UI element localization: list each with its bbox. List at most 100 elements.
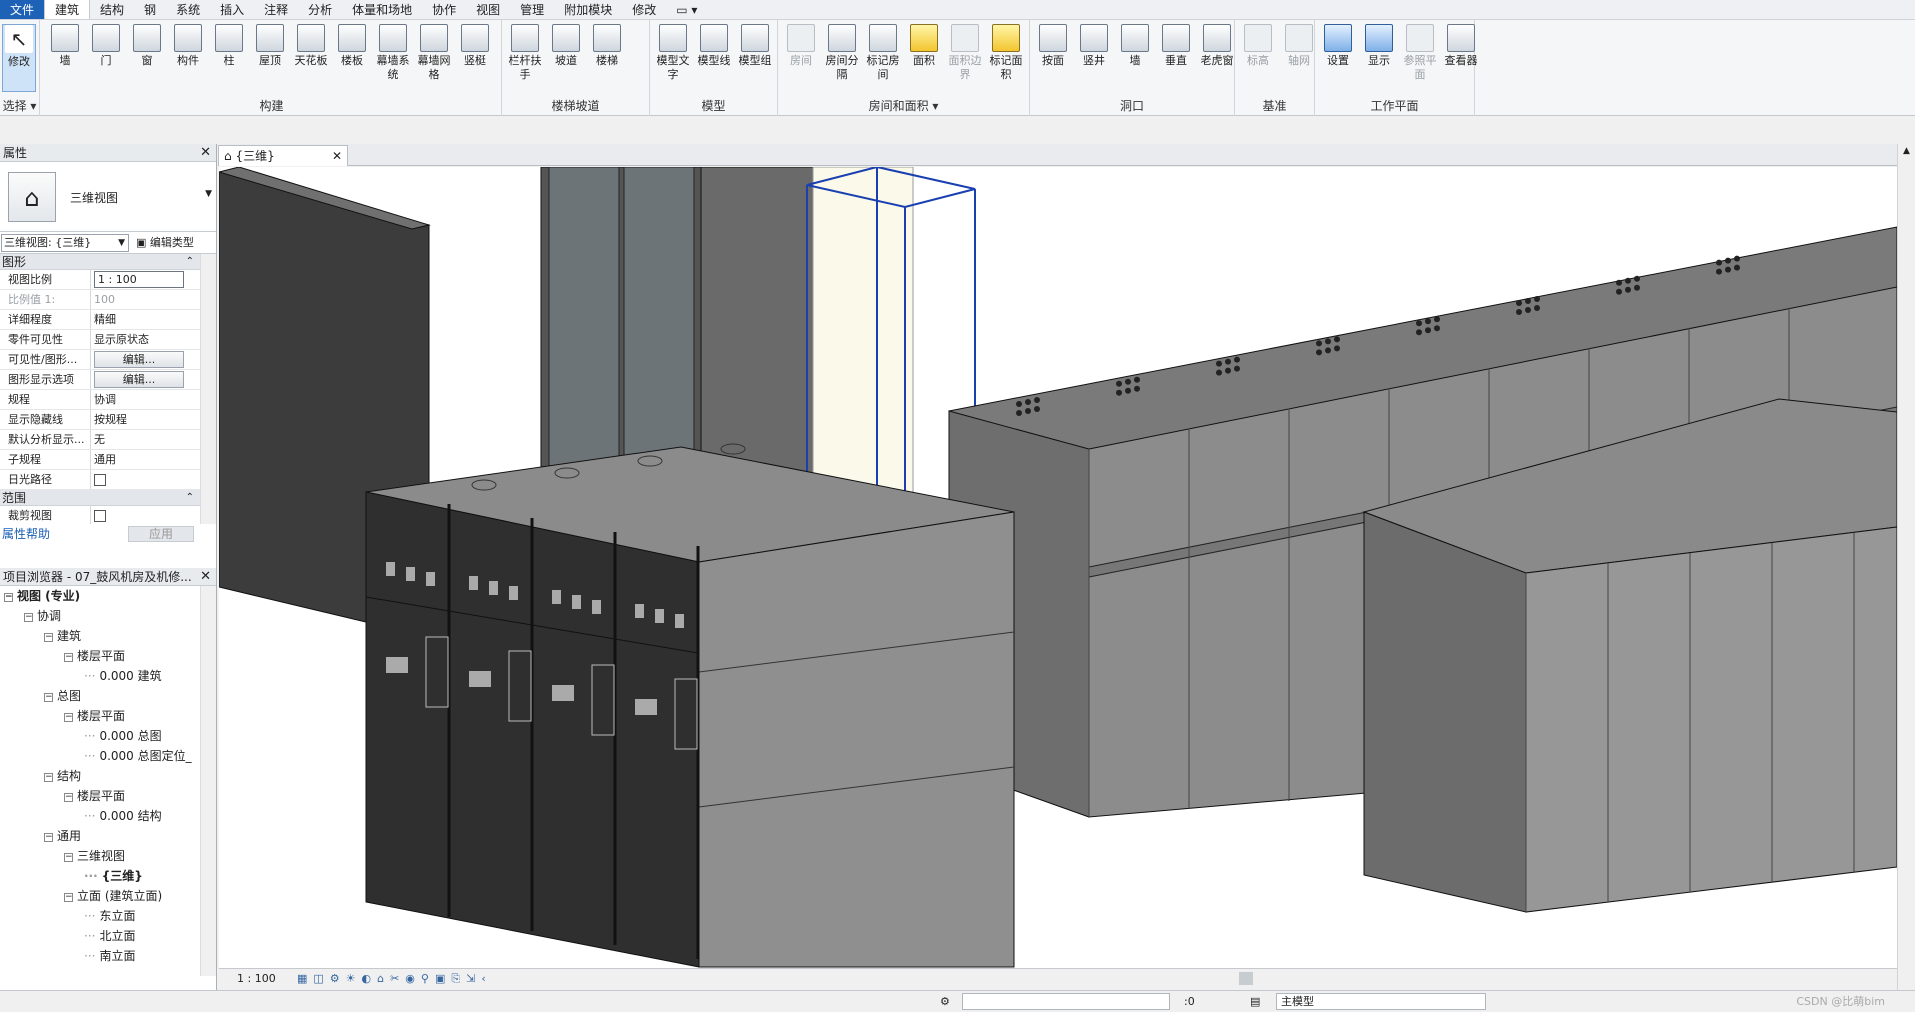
menu-item-4[interactable]: 系统 (166, 0, 210, 19)
collapse-toggle-icon[interactable]: − (64, 653, 73, 662)
close-icon[interactable]: ✕ (332, 146, 342, 166)
3d-viewport[interactable]: 左 前 (219, 167, 1897, 968)
tree-node[interactable]: − 楼层平面 (64, 648, 125, 664)
room-button-5[interactable]: 标记面积 (987, 24, 1025, 82)
room-button-3[interactable]: 面积 (905, 24, 943, 68)
apply-button[interactable]: 应用 (128, 526, 194, 542)
room-button-2[interactable]: 标记房间 (864, 24, 902, 82)
tree-node[interactable]: ··· 北立面 (84, 928, 135, 944)
tree-node[interactable]: ··· {三维} (84, 868, 143, 884)
tree-node[interactable]: ··· 0.000 总图定位_ (84, 748, 192, 764)
workset-combo[interactable] (962, 993, 1170, 1010)
close-icon[interactable]: ✕ (200, 568, 211, 586)
workplane-button-2[interactable]: 参照平面 (1401, 24, 1439, 82)
model-button-0[interactable]: 模型文字 (654, 24, 692, 82)
collapse-toggle-icon[interactable]: − (4, 593, 13, 602)
tree-node[interactable]: − 三维视图 (64, 848, 125, 864)
view-selector[interactable]: 三维视图: {三维} ▼ (1, 234, 129, 252)
room-button-4[interactable]: 面积边界 (946, 24, 984, 82)
checkbox[interactable] (94, 474, 106, 486)
workplane-button-3[interactable]: 查看器 (1442, 24, 1480, 68)
opening-button-4[interactable]: 老虎窗 (1198, 24, 1236, 68)
tree-node[interactable]: ··· 东立面 (84, 908, 135, 924)
build-button-9[interactable]: 幕墙网格 (415, 24, 453, 82)
stairs-button-2[interactable]: 楼梯 (588, 24, 626, 68)
opening-button-2[interactable]: 墙 (1116, 24, 1154, 68)
opening-button-3[interactable]: 垂直 (1157, 24, 1195, 68)
collapse-toggle-icon[interactable]: − (64, 893, 73, 902)
opening-button-1[interactable]: 竖井 (1075, 24, 1113, 68)
tree-node[interactable]: ··· 南立面 (84, 948, 135, 964)
stairs-button-0[interactable]: 栏杆扶手 (506, 24, 544, 82)
room-button-0[interactable]: 房间 (782, 24, 820, 68)
build-button-2[interactable]: 窗 (128, 24, 166, 68)
tree-node[interactable]: ··· 0.000 结构 (84, 808, 162, 824)
build-button-10[interactable]: 竖梃 (456, 24, 494, 68)
menu-item-7[interactable]: 分析 (298, 0, 342, 19)
tree-node[interactable]: − 总图 (44, 688, 81, 704)
menu-item-9[interactable]: 协作 (422, 0, 466, 19)
build-button-6[interactable]: 天花板 (292, 24, 330, 68)
menu-item-10[interactable]: 视图 (466, 0, 510, 19)
workplane-button-0[interactable]: 设置 (1319, 24, 1357, 68)
tree-node[interactable]: ··· 0.000 建筑 (84, 668, 162, 684)
edit-button[interactable]: 编辑... (94, 371, 184, 388)
model-button-2[interactable]: 模型组 (736, 24, 774, 68)
menu-item-11[interactable]: 管理 (510, 0, 554, 19)
build-button-3[interactable]: 构件 (169, 24, 207, 68)
view-scale-input[interactable]: 1 : 100 (94, 271, 184, 288)
model-button-1[interactable]: 模型线 (695, 24, 733, 68)
collapse-toggle-icon[interactable]: − (64, 713, 73, 722)
design-option-combo[interactable]: 主模型 (1276, 993, 1486, 1010)
edit-type-button[interactable]: ▣ 编辑类型 (136, 235, 194, 251)
tree-node[interactable]: − 楼层平面 (64, 708, 125, 724)
tree-node[interactable]: − 立面 (建筑立面) (64, 888, 162, 904)
section-graphics[interactable]: 图形 ⌃ (0, 254, 216, 270)
properties-scrollbar[interactable] (200, 254, 216, 524)
build-button-8[interactable]: 幕墙系统 (374, 24, 412, 82)
tree-node[interactable]: − 结构 (44, 768, 81, 784)
collapse-toggle-icon[interactable]: − (44, 633, 53, 642)
tree-node[interactable]: − 通用 (44, 828, 81, 844)
menu-item-12[interactable]: 附加模块 (554, 0, 622, 19)
properties-help-link[interactable]: 属性帮助 (2, 524, 50, 544)
type-selector[interactable]: ⌂ 三维视图 ▼ (0, 162, 216, 232)
viewport-scrollbar[interactable]: ▲ (1897, 144, 1915, 990)
view-control-icons[interactable]: ▦◫⚙☀◐⌂✂◉⚲▣⎘⇲‹ (297, 969, 492, 988)
modify-button[interactable]: ↖ 修改 (2, 24, 36, 92)
checkbox[interactable] (94, 510, 106, 522)
horizontal-scrollbar[interactable] (1239, 972, 1253, 985)
collapse-toggle-icon[interactable]: − (64, 793, 73, 802)
view-tab-3d[interactable]: ⌂ {三维} ✕ (218, 145, 348, 166)
collapse-toggle-icon[interactable]: − (24, 613, 33, 622)
view-scale[interactable]: 1 : 100 (237, 969, 276, 988)
menu-item-8[interactable]: 体量和场地 (342, 0, 422, 19)
edit-button[interactable]: 编辑... (94, 351, 184, 368)
menu-item-6[interactable]: 注释 (254, 0, 298, 19)
menu-item-2[interactable]: 结构 (90, 0, 134, 19)
menu-item-14[interactable]: ▭ ▾ (666, 0, 707, 19)
chevron-down-icon[interactable]: ▼ (205, 189, 212, 199)
tree-node[interactable]: − 楼层平面 (64, 788, 125, 804)
tree-node[interactable]: − 建筑 (44, 628, 81, 644)
workplane-button-1[interactable]: 显示 (1360, 24, 1398, 68)
collapse-toggle-icon[interactable]: − (44, 693, 53, 702)
datum-button-0[interactable]: 标高 (1239, 24, 1277, 68)
filter-icon[interactable]: ▤ (1250, 991, 1260, 1012)
collapse-toggle-icon[interactable]: − (44, 833, 53, 842)
workset-icon[interactable]: ⚙ (940, 991, 950, 1012)
tree-node[interactable]: ··· 0.000 总图 (84, 728, 162, 744)
build-button-0[interactable]: 墙 (46, 24, 84, 68)
close-icon[interactable]: ✕ (200, 144, 211, 162)
collapse-toggle-icon[interactable]: − (64, 853, 73, 862)
menu-item-13[interactable]: 修改 (622, 0, 666, 19)
collapse-toggle-icon[interactable]: − (44, 773, 53, 782)
menu-item-1[interactable]: 建筑 (44, 0, 91, 19)
menu-item-0[interactable]: 文件 (0, 0, 45, 19)
build-button-5[interactable]: 屋顶 (251, 24, 289, 68)
tree-node[interactable]: − 协调 (24, 608, 61, 624)
build-button-7[interactable]: 楼板 (333, 24, 371, 68)
scroll-up-icon[interactable]: ▲ (1898, 146, 1915, 156)
room-button-1[interactable]: 房间分隔 (823, 24, 861, 82)
stairs-button-1[interactable]: 坡道 (547, 24, 585, 68)
